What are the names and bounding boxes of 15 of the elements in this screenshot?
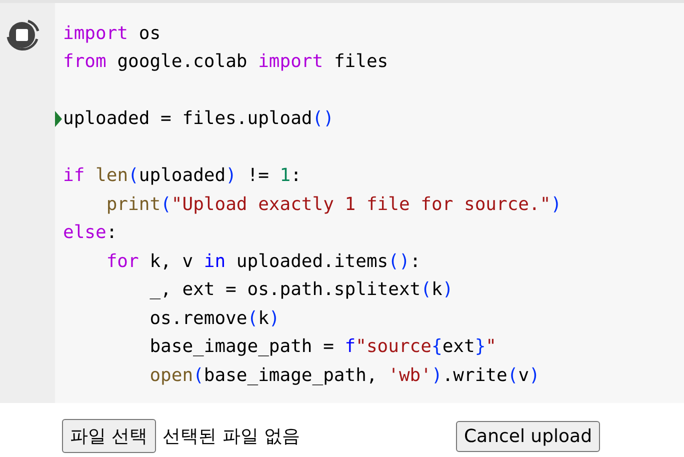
code-line: else: (63, 222, 118, 244)
code-line: uploaded = files.upload() (63, 108, 334, 130)
code-line: base_image_path = f"source{ext}" (148, 336, 497, 358)
code-line: if len(uploaded) != 1: (63, 165, 302, 186)
stop-icon[interactable] (4, 17, 42, 53)
code-line: from google.colab import files (63, 51, 388, 72)
file-status-text: 선택된 파일 없음 (162, 425, 300, 448)
code-line: print("Upload exactly 1 file for source.") (105, 194, 562, 215)
code-line: for k, v in uploaded.items(): (105, 250, 421, 272)
code-line: import os (63, 22, 161, 44)
choose-file-button[interactable]: 파일 선택 (62, 419, 156, 453)
code-line: _, ext = os.path.splitext(k) (148, 279, 454, 300)
code-line: os.remove(k) (148, 308, 280, 329)
cancel-upload-button[interactable]: Cancel upload (456, 420, 600, 452)
code-line: open(base_image_path, 'wb').write(v) (148, 364, 540, 386)
